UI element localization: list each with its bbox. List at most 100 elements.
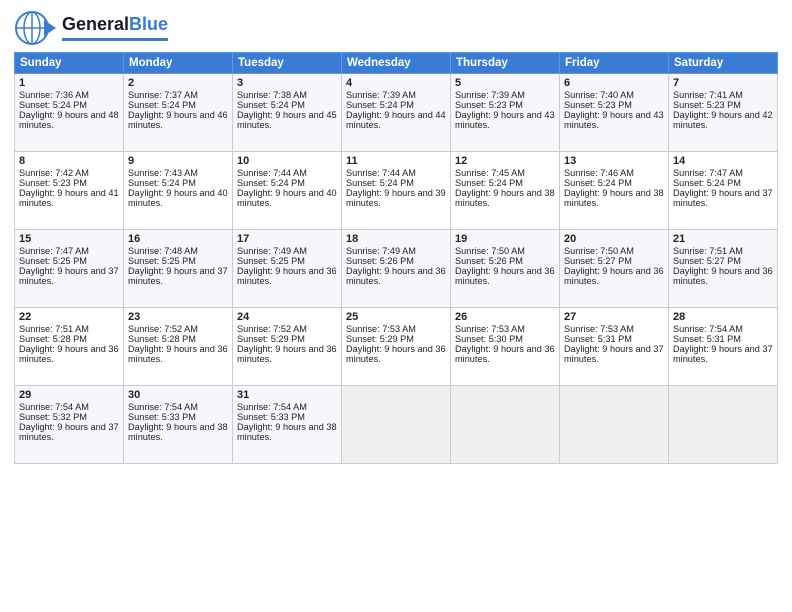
day-number: 15 [19,233,119,245]
sunset: Sunset: 5:33 PM [128,412,196,422]
daylight: Daylight: 9 hours and 45 minutes. [237,110,337,130]
calendar-cell: 4Sunrise: 7:39 AMSunset: 5:24 PMDaylight… [342,74,451,152]
sunset: Sunset: 5:27 PM [564,256,632,266]
daylight: Daylight: 9 hours and 36 minutes. [455,344,555,364]
calendar-cell: 9Sunrise: 7:43 AMSunset: 5:24 PMDaylight… [124,152,233,230]
daylight: Daylight: 9 hours and 48 minutes. [19,110,119,130]
sunrise: Sunrise: 7:41 AM [673,90,743,100]
day-number: 18 [346,233,446,245]
daylight: Daylight: 9 hours and 44 minutes. [346,110,446,130]
day-number: 16 [128,233,228,245]
sunset: Sunset: 5:25 PM [128,256,196,266]
logo-text: GeneralBlue [62,15,168,35]
day-number: 27 [564,311,664,323]
day-number: 29 [19,389,119,401]
sunrise: Sunrise: 7:53 AM [564,324,634,334]
sunset: Sunset: 5:24 PM [237,178,305,188]
sunrise: Sunrise: 7:47 AM [19,246,89,256]
calendar-cell: 30Sunrise: 7:54 AMSunset: 5:33 PMDayligh… [124,386,233,464]
sunrise: Sunrise: 7:37 AM [128,90,198,100]
sunrise: Sunrise: 7:49 AM [346,246,416,256]
sunrise: Sunrise: 7:47 AM [673,168,743,178]
sunrise: Sunrise: 7:54 AM [19,402,89,412]
calendar-cell: 8Sunrise: 7:42 AMSunset: 5:23 PMDaylight… [15,152,124,230]
calendar-cell: 22Sunrise: 7:51 AMSunset: 5:28 PMDayligh… [15,308,124,386]
calendar-cell: 6Sunrise: 7:40 AMSunset: 5:23 PMDaylight… [560,74,669,152]
sunrise: Sunrise: 7:38 AM [237,90,307,100]
daylight: Daylight: 9 hours and 37 minutes. [19,422,119,442]
sunrise: Sunrise: 7:42 AM [19,168,89,178]
calendar-cell: 3Sunrise: 7:38 AMSunset: 5:24 PMDaylight… [233,74,342,152]
day-number: 10 [237,155,337,167]
sunset: Sunset: 5:24 PM [346,100,414,110]
calendar-cell: 27Sunrise: 7:53 AMSunset: 5:31 PMDayligh… [560,308,669,386]
sunrise: Sunrise: 7:54 AM [128,402,198,412]
calendar-cell [560,386,669,464]
calendar-cell: 2Sunrise: 7:37 AMSunset: 5:24 PMDaylight… [124,74,233,152]
sunrise: Sunrise: 7:54 AM [237,402,307,412]
day-number: 2 [128,77,228,89]
sunrise: Sunrise: 7:45 AM [455,168,525,178]
sunrise: Sunrise: 7:50 AM [455,246,525,256]
day-number: 28 [673,311,773,323]
day-number: 21 [673,233,773,245]
day-number: 5 [455,77,555,89]
calendar-cell: 18Sunrise: 7:49 AMSunset: 5:26 PMDayligh… [342,230,451,308]
daylight: Daylight: 9 hours and 36 minutes. [673,266,773,286]
day-number: 9 [128,155,228,167]
calendar-cell: 7Sunrise: 7:41 AMSunset: 5:23 PMDaylight… [669,74,778,152]
sunrise: Sunrise: 7:39 AM [346,90,416,100]
sunset: Sunset: 5:23 PM [564,100,632,110]
sunset: Sunset: 5:23 PM [455,100,523,110]
day-number: 25 [346,311,446,323]
day-number: 31 [237,389,337,401]
sunset: Sunset: 5:27 PM [673,256,741,266]
day-number: 22 [19,311,119,323]
day-number: 13 [564,155,664,167]
daylight: Daylight: 9 hours and 36 minutes. [237,344,337,364]
weekday-friday: Friday [560,53,669,74]
daylight: Daylight: 9 hours and 36 minutes. [128,344,228,364]
daylight: Daylight: 9 hours and 38 minutes. [128,422,228,442]
sunset: Sunset: 5:29 PM [237,334,305,344]
calendar-cell: 10Sunrise: 7:44 AMSunset: 5:24 PMDayligh… [233,152,342,230]
sunrise: Sunrise: 7:52 AM [128,324,198,334]
calendar-cell: 31Sunrise: 7:54 AMSunset: 5:33 PMDayligh… [233,386,342,464]
daylight: Daylight: 9 hours and 43 minutes. [564,110,664,130]
sunset: Sunset: 5:24 PM [455,178,523,188]
sunset: Sunset: 5:23 PM [19,178,87,188]
calendar-cell: 5Sunrise: 7:39 AMSunset: 5:23 PMDaylight… [451,74,560,152]
logo: GeneralBlue [14,10,168,46]
daylight: Daylight: 9 hours and 38 minutes. [564,188,664,208]
sunrise: Sunrise: 7:52 AM [237,324,307,334]
calendar-cell: 25Sunrise: 7:53 AMSunset: 5:29 PMDayligh… [342,308,451,386]
daylight: Daylight: 9 hours and 37 minutes. [564,344,664,364]
day-number: 4 [346,77,446,89]
calendar-cell: 28Sunrise: 7:54 AMSunset: 5:31 PMDayligh… [669,308,778,386]
daylight: Daylight: 9 hours and 46 minutes. [128,110,228,130]
calendar-cell: 24Sunrise: 7:52 AMSunset: 5:29 PMDayligh… [233,308,342,386]
calendar-week-3: 15Sunrise: 7:47 AMSunset: 5:25 PMDayligh… [15,230,778,308]
day-number: 23 [128,311,228,323]
sunset: Sunset: 5:25 PM [237,256,305,266]
sunrise: Sunrise: 7:48 AM [128,246,198,256]
day-number: 8 [19,155,119,167]
day-number: 12 [455,155,555,167]
sunset: Sunset: 5:25 PM [19,256,87,266]
sunrise: Sunrise: 7:50 AM [564,246,634,256]
day-number: 7 [673,77,773,89]
weekday-sunday: Sunday [15,53,124,74]
sunset: Sunset: 5:26 PM [455,256,523,266]
sunrise: Sunrise: 7:51 AM [673,246,743,256]
sunset: Sunset: 5:30 PM [455,334,523,344]
sunrise: Sunrise: 7:40 AM [564,90,634,100]
calendar-cell: 1Sunrise: 7:36 AMSunset: 5:24 PMDaylight… [15,74,124,152]
calendar-body: 1Sunrise: 7:36 AMSunset: 5:24 PMDaylight… [15,74,778,464]
sunset: Sunset: 5:33 PM [237,412,305,422]
daylight: Daylight: 9 hours and 41 minutes. [19,188,119,208]
weekday-monday: Monday [124,53,233,74]
weekday-wednesday: Wednesday [342,53,451,74]
weekday-header-row: SundayMondayTuesdayWednesdayThursdayFrid… [15,53,778,74]
daylight: Daylight: 9 hours and 40 minutes. [237,188,337,208]
calendar-cell: 20Sunrise: 7:50 AMSunset: 5:27 PMDayligh… [560,230,669,308]
